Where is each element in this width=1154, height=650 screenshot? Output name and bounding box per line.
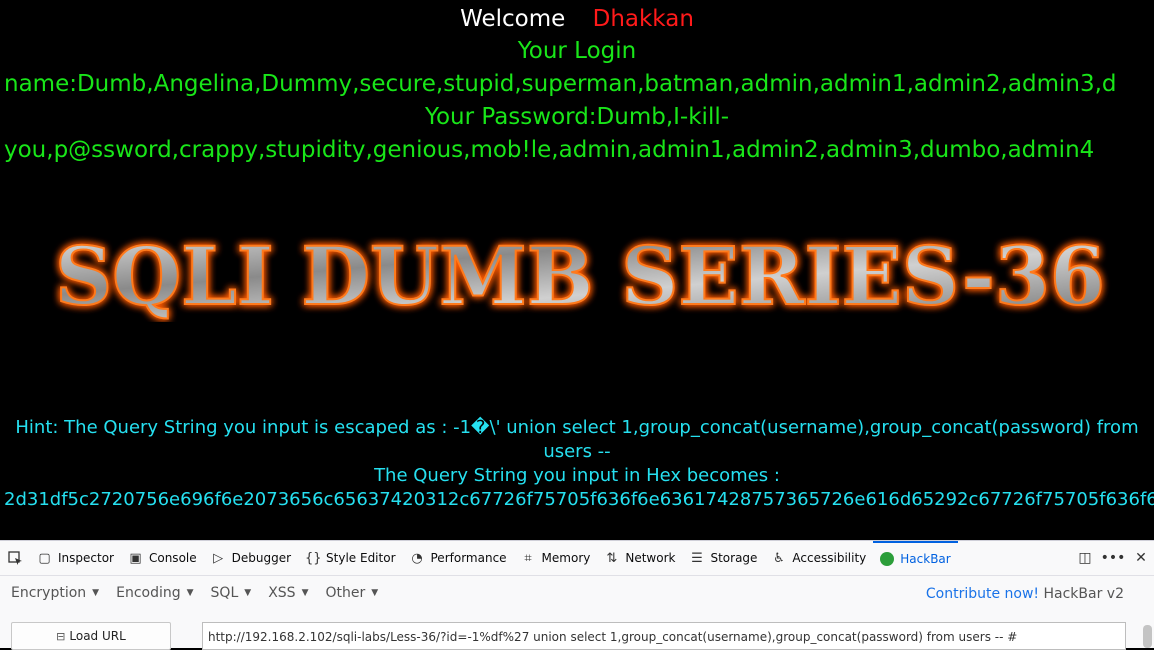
tab-label: HackBar [900,552,951,566]
tab-hackbar[interactable]: HackBar [873,541,958,575]
tab-network[interactable]: ⇅ Network [597,541,682,575]
load-url-label: Load URL [69,629,126,643]
contribute-notice: Contribute now! HackBar v2 [926,586,1124,602]
hex-heading: The Query String you input in Hex become… [374,465,780,486]
caret-down-icon: ▼ [186,588,194,598]
hint-line-2: users -- [543,441,611,462]
console-icon: ▣ [129,550,142,566]
close-icon: ✕ [1135,550,1147,566]
tab-label: Network [625,551,676,565]
tab-memory[interactable]: ⌗ Memory [514,541,598,575]
element-picker-button[interactable] [0,541,30,575]
menu-label: SQL [210,585,239,601]
tab-label: Inspector [58,551,114,565]
load-url-icon: ⊟ [56,629,66,643]
hackbar-version: HackBar v2 [1043,586,1125,602]
tab-storage[interactable]: ☰ Storage [682,541,764,575]
password-heading: Your Password:Dumb,I-kill- [424,104,730,130]
hint-line-1: Hint: The Query String you input is esca… [15,417,1139,438]
caret-down-icon: ▼ [244,588,252,598]
more-options-button[interactable]: ••• [1100,545,1126,571]
password-list: you,p@ssword,crappy,stupidity,genious,mo… [4,137,1095,163]
menu-label: XSS [268,585,296,601]
menu-label: Encoding [116,585,181,601]
tab-console[interactable]: ▣ Console [121,541,204,575]
menu-encoding[interactable]: Encoding ▼ [110,585,199,601]
memory-icon: ⌗ [524,550,532,566]
devtools-window-controls: ◫ ••• ✕ [1070,541,1154,575]
network-icon: ⇅ [606,550,618,566]
menu-encryption[interactable]: Encryption ▼ [5,585,105,601]
menu-xss[interactable]: XSS ▼ [262,585,314,601]
caret-down-icon: ▼ [371,588,379,598]
caret-down-icon: ▼ [301,588,309,598]
welcome-line: Welcome Dhakkan [0,6,1154,32]
accessibility-icon: ♿ [773,550,785,566]
style-editor-icon: {} [305,550,322,566]
contribute-link[interactable]: Contribute now! [926,586,1039,602]
tab-label: Accessibility [792,551,867,565]
dock-side-button[interactable]: ◫ [1072,545,1098,571]
element-picker-icon [7,550,22,565]
tab-debugger[interactable]: ▷ Debugger [204,541,298,575]
url-input[interactable]: http://192.168.2.102/sqli-labs/Less-36/?… [202,622,1126,650]
close-devtools-button[interactable]: ✕ [1128,545,1154,571]
devtools-toolbar: ▢ Inspector ▣ Console ▷ Debugger {} Style Ed… [0,541,1154,576]
welcome-name: Dhakkan [592,6,694,32]
tab-label: Style Editor [326,551,396,565]
caret-down-icon: ▼ [92,588,100,598]
welcome-label: Welcome [460,6,566,32]
ellipsis-icon: ••• [1100,550,1126,566]
menu-label: Encryption [11,585,87,601]
sqli-banner-logo: SQLI DUMB SERIES-36 [54,232,1106,322]
login-heading: Your Login [517,38,637,64]
hackbar-icon [880,552,895,566]
scrollbar[interactable] [1143,625,1152,648]
debugger-icon: ▷ [213,550,224,566]
tab-inspector[interactable]: ▢ Inspector [30,541,121,575]
banner-text: SQLI DUMB SERIES-36 [55,232,1105,322]
tab-accessibility[interactable]: ♿ Accessibility [764,541,873,575]
tab-label: Console [148,551,197,565]
hex-value: 2d31df5c2720756e696f6e2073656c6563742031… [4,489,1154,510]
tab-performance[interactable]: ◔ Performance [403,541,514,575]
load-url-button[interactable]: ⊟ Load URL [11,622,171,650]
inspector-icon: ▢ [38,550,51,566]
performance-icon: ◔ [411,550,423,566]
page-content: Welcome Dhakkan Your Login name:Dumb,Ang… [0,0,1154,540]
menu-other[interactable]: Other ▼ [319,585,384,601]
tab-label: Performance [430,551,507,565]
dock-side-icon: ◫ [1078,550,1092,566]
menu-label: Other [325,585,366,601]
tab-style-editor[interactable]: {} Style Editor [298,541,402,575]
tab-label: Storage [710,551,758,565]
login-names: name:Dumb,Angelina,Dummy,secure,stupid,s… [4,71,1117,97]
devtools-panel: ▢ Inspector ▣ Console ▷ Debugger {} Style Ed… [0,540,1154,650]
tab-label: Memory [541,551,591,565]
tab-label: Debugger [231,551,292,565]
storage-icon: ☰ [691,550,703,566]
menu-sql[interactable]: SQL ▼ [205,585,258,601]
